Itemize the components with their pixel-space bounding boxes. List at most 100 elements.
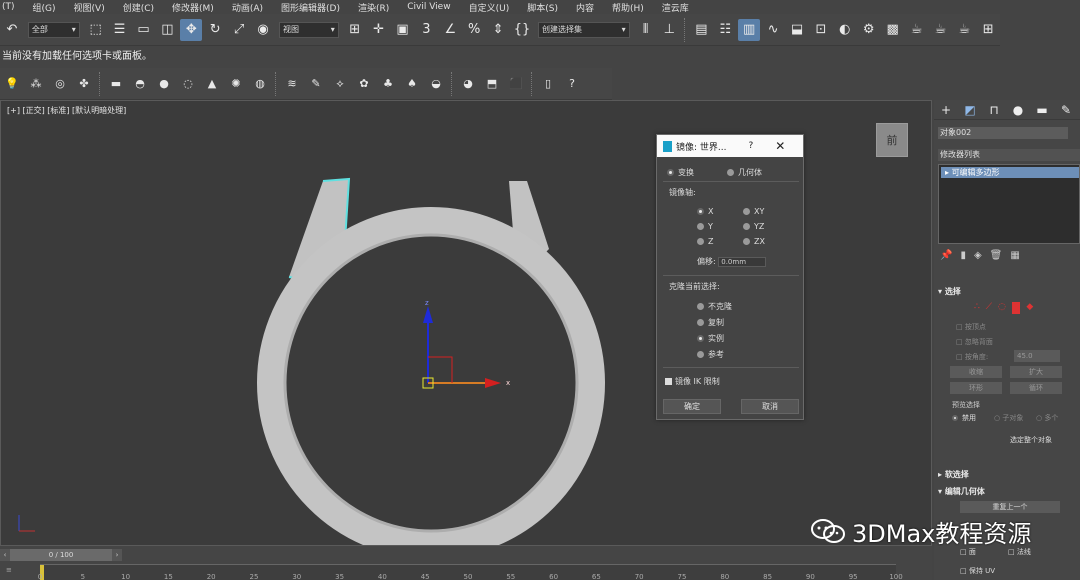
make-unique-icon[interactable]: ◈: [974, 250, 982, 264]
document-icon[interactable]: ▯: [538, 74, 558, 94]
element-level-icon[interactable]: ◆: [1026, 302, 1033, 314]
object-name-field[interactable]: 对象002: [938, 127, 1068, 139]
menu-item[interactable]: 修改器(M): [172, 1, 214, 14]
dome-shape-icon[interactable]: ◓: [130, 74, 150, 94]
timeline-mode-icon[interactable]: ≡: [6, 566, 12, 574]
preview-multi-radio[interactable]: ○ 多个: [1036, 413, 1058, 423]
pulley-icon[interactable]: ◎: [50, 74, 70, 94]
rotate-icon[interactable]: ↻: [204, 19, 226, 41]
place-icon[interactable]: ◉: [252, 19, 274, 41]
axis-xy-radio[interactable]: XY: [743, 207, 764, 216]
menu-item[interactable]: (T): [2, 2, 15, 12]
keyboard-shortcut-icon[interactable]: ▣: [392, 19, 414, 41]
preview-subobject-radio[interactable]: ○ 子对象: [994, 413, 1023, 423]
wood-icon[interactable]: ◒: [426, 74, 446, 94]
clone-instance-radio[interactable]: 实例: [697, 333, 724, 344]
preview-disabled-radio[interactable]: 禁用: [952, 413, 976, 423]
repeat-last-button[interactable]: 重复上一个: [960, 501, 1060, 513]
flower-icon[interactable]: ✿: [354, 74, 374, 94]
select-by-name-icon[interactable]: ☰: [109, 19, 131, 41]
clone-none-radio[interactable]: 不克隆: [697, 301, 732, 312]
time-slider[interactable]: 0 / 100: [10, 549, 112, 561]
rect-region-icon[interactable]: ▭: [133, 19, 155, 41]
soft-selection-rollout-header[interactable]: ▸ 软选择: [938, 469, 1080, 480]
by-vertex-checkbox[interactable]: □ 按顶点: [956, 322, 986, 332]
torus-shape-icon[interactable]: ◌: [178, 74, 198, 94]
select-manipulate-icon[interactable]: ✛: [368, 19, 390, 41]
named-sets-icon[interactable]: {}: [511, 19, 533, 41]
select-object-icon[interactable]: ⬚: [85, 19, 107, 41]
motion-tab-icon[interactable]: ●: [1006, 103, 1030, 117]
dope-sheet-icon[interactable]: ⬓: [786, 19, 808, 41]
rendered-frame-icon[interactable]: ▩: [882, 19, 904, 41]
utilities-tab-icon[interactable]: ✎: [1054, 103, 1078, 117]
sphere-shape-icon[interactable]: ●: [154, 74, 174, 94]
render-iterative-icon[interactable]: ☕: [929, 19, 951, 41]
clone-copy-radio[interactable]: 复制: [697, 317, 724, 328]
menu-item[interactable]: Civil View: [407, 2, 450, 12]
named-selection-set-dropdown[interactable]: 创建选择集 ▾: [537, 21, 630, 38]
face-checkbox[interactable]: □ 面: [960, 547, 976, 557]
normal-checkbox[interactable]: □ 法线: [1008, 547, 1031, 557]
help-button[interactable]: ?: [748, 141, 753, 151]
disc-icon[interactable]: ◍: [250, 74, 270, 94]
angle-spinner[interactable]: 45.0: [1014, 350, 1060, 362]
configure-sets-icon[interactable]: ▦: [1010, 250, 1019, 264]
material-editor-icon[interactable]: ◐: [834, 19, 856, 41]
border-level-icon[interactable]: ◌: [998, 302, 1006, 314]
layer-manager-icon[interactable]: ▤: [690, 19, 712, 41]
grid-layout-icon[interactable]: ⊞: [977, 19, 999, 41]
display-tab-icon[interactable]: ▬: [1030, 103, 1054, 117]
ok-button[interactable]: 确定: [663, 399, 721, 414]
scale-icon[interactable]: ⤢: [228, 19, 250, 41]
material-icon[interactable]: ⬒: [482, 74, 502, 94]
mode-transform-radio[interactable]: 变换: [667, 167, 694, 178]
pivot-center-icon[interactable]: ⊞: [344, 19, 366, 41]
menu-item[interactable]: 渲染(R): [358, 1, 389, 14]
paint-icon[interactable]: ✎: [306, 74, 326, 94]
shrink-button[interactable]: 收缩: [950, 366, 1002, 378]
polygon-level-icon[interactable]: ■: [1011, 302, 1021, 314]
move-icon[interactable]: ✥: [180, 18, 203, 41]
gizmo-plane-handle[interactable]: [428, 356, 453, 383]
globe-icon[interactable]: ◕: [458, 74, 478, 94]
percent-snap-icon[interactable]: %: [463, 19, 485, 41]
create-tab-icon[interactable]: +: [934, 103, 958, 117]
sun-icon[interactable]: ✺: [226, 74, 246, 94]
vertex-level-icon[interactable]: ∴: [974, 302, 980, 314]
reference-coord-dropdown[interactable]: 视图 ▾: [278, 21, 339, 38]
track-bar[interactable]: 0 5 10 15 20 25 30 35 40 45 50 55 60 65 70 75 80 85 90 95 10…: [38, 564, 903, 580]
modify-tab-icon[interactable]: ◩: [958, 103, 982, 117]
ring-button[interactable]: 环形: [950, 382, 1002, 394]
axis-y-radio[interactable]: Y: [697, 222, 713, 231]
curve-editor-icon[interactable]: ∿: [762, 19, 784, 41]
menu-item[interactable]: 脚本(S): [527, 1, 558, 14]
hair-icon[interactable]: ≋: [282, 74, 302, 94]
angle-snap-icon[interactable]: ∠: [439, 19, 461, 41]
axis-z-radio[interactable]: Z: [697, 237, 713, 246]
render-cloud-icon[interactable]: ☕: [953, 19, 975, 41]
align-icon[interactable]: ⊥: [659, 19, 681, 41]
pin-stack-icon[interactable]: 📌: [940, 250, 952, 264]
offset-spinner[interactable]: 0.0mm: [718, 256, 767, 267]
prev-frame-icon[interactable]: ‹: [0, 549, 10, 561]
mode-geometry-radio[interactable]: 几何体: [727, 167, 762, 178]
menu-item[interactable]: 动画(A): [232, 1, 263, 14]
menu-item[interactable]: 渲云库: [662, 1, 689, 14]
tree-icon[interactable]: ♠: [402, 74, 422, 94]
bone-icon[interactable]: ✤: [74, 74, 94, 94]
axis-yz-radio[interactable]: YZ: [743, 222, 764, 231]
snap-toggle-icon[interactable]: 3: [415, 19, 437, 41]
show-end-result-icon[interactable]: ▮: [960, 250, 966, 264]
hierarchy-tab-icon[interactable]: ⊓: [982, 103, 1006, 117]
cancel-button[interactable]: 取消: [741, 399, 799, 414]
preserve-uv-checkbox[interactable]: □ 保持 UV: [960, 566, 995, 576]
light-bulb-icon[interactable]: 💡: [2, 74, 22, 94]
scene-explorer-icon[interactable]: ☷: [714, 19, 736, 41]
menu-item[interactable]: 图形编辑器(D): [281, 1, 340, 14]
render-icon[interactable]: ⬛: [506, 74, 526, 94]
menu-item[interactable]: 内容: [576, 1, 594, 14]
menu-item[interactable]: 组(G): [33, 1, 56, 14]
schematic-view-icon[interactable]: ⊡: [810, 19, 832, 41]
spinner-snap-icon[interactable]: ⇕: [487, 19, 509, 41]
